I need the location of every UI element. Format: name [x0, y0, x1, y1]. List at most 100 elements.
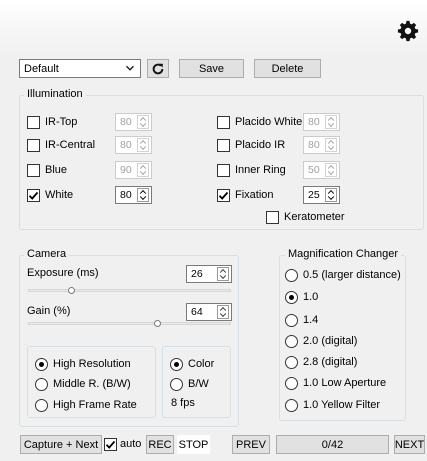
keratometer-label: Keratometer	[284, 211, 345, 223]
exposure-label: Exposure (ms)	[27, 267, 99, 279]
fixation-intensity-spinbox[interactable]: 25	[303, 186, 340, 204]
ir-central-intensity-value: 80	[120, 139, 132, 151]
save-button[interactable]: Save	[179, 59, 244, 78]
fixation-checkbox[interactable]: Fixation	[217, 187, 274, 203]
spin-arrows-icon[interactable]	[217, 305, 229, 319]
gain-slider-thumb[interactable]	[154, 320, 161, 327]
resolution-radio-label: High Frame Rate	[53, 399, 137, 411]
magnification-radio-2-0-digital[interactable]: 2.0 (digital)	[285, 333, 357, 349]
blue-intensity-spinbox[interactable]: 90	[115, 161, 152, 179]
preset-select-value: Default	[24, 62, 59, 75]
exposure-value: 26	[191, 268, 203, 280]
placido-white-label: Placido White	[235, 116, 303, 128]
keratometer-checkbox-box[interactable]	[266, 210, 279, 224]
fixation-intensity-value: 25	[308, 189, 320, 201]
gain-slider-track[interactable]	[28, 322, 231, 325]
white-checkbox-box[interactable]	[27, 188, 40, 202]
window: Default Save Delete Illumination IR-Top 8…	[0, 0, 427, 461]
ir-central-intensity-spinbox[interactable]: 80	[115, 136, 152, 154]
rec-button[interactable]: REC	[146, 435, 174, 454]
blue-checkbox[interactable]: Blue	[27, 162, 67, 178]
ir-central-checkbox[interactable]: IR-Central	[27, 137, 95, 153]
gain-label: Gain (%)	[27, 305, 71, 317]
preset-select[interactable]: Default	[19, 59, 141, 78]
refresh-button[interactable]	[147, 59, 169, 78]
magnification-radio-1-0[interactable]: 1.0	[285, 289, 318, 305]
radio-circle-icon[interactable]	[35, 357, 48, 371]
radio-circle-icon[interactable]	[285, 376, 298, 390]
inner-ring-label: Inner Ring	[235, 164, 286, 176]
spin-arrows-icon[interactable]	[325, 163, 337, 177]
ir-central-checkbox-box[interactable]	[27, 138, 40, 152]
white-intensity-value: 80	[120, 189, 132, 201]
white-intensity-spinbox[interactable]: 80	[115, 186, 152, 204]
radio-circle-icon[interactable]	[285, 355, 298, 369]
spin-arrows-icon[interactable]	[137, 115, 149, 129]
radio-circle-icon[interactable]	[170, 377, 183, 391]
color-mode-radio-color[interactable]: Color	[170, 356, 214, 372]
blue-checkbox-box[interactable]	[27, 163, 40, 177]
checkmark-icon	[28, 191, 39, 200]
resolution-radio-high-resolution[interactable]: High Resolution	[35, 356, 131, 372]
radio-circle-icon[interactable]	[285, 268, 298, 282]
frame-counter: 0/42	[276, 435, 389, 454]
camera-title: Camera	[24, 248, 70, 260]
gain-spinbox[interactable]: 64	[186, 303, 232, 321]
radio-circle-icon[interactable]	[170, 357, 183, 371]
magnification-radio-2-8-digital[interactable]: 2.8 (digital)	[285, 354, 357, 370]
ir-top-intensity-spinbox[interactable]: 80	[115, 113, 152, 131]
inner-ring-checkbox[interactable]: Inner Ring	[217, 162, 286, 178]
spin-arrows-icon[interactable]	[137, 188, 149, 202]
placido-white-checkbox-box[interactable]	[217, 115, 230, 129]
white-checkbox[interactable]: White	[27, 187, 73, 203]
auto-checkbox[interactable]: auto	[104, 436, 141, 452]
magnification-radio-1-0-low-aperture[interactable]: 1.0 Low Aperture	[285, 375, 386, 391]
magnification-radio-0-5-larger-distance[interactable]: 0.5 (larger distance)	[285, 267, 401, 283]
prev-button[interactable]: PREV	[232, 435, 270, 454]
ir-top-checkbox[interactable]: IR-Top	[27, 114, 77, 130]
fixation-checkbox-box[interactable]	[217, 188, 230, 202]
magnification-radio-label: 1.0 Yellow Filter	[303, 399, 381, 411]
radio-circle-icon[interactable]	[285, 398, 298, 412]
auto-checkbox-box[interactable]	[104, 437, 117, 451]
ir-top-checkbox-box[interactable]	[27, 115, 40, 129]
color-mode-radio-label: B/W	[188, 378, 209, 390]
gain-value: 64	[191, 306, 203, 318]
magnification-radio-1-0-yellow-filter[interactable]: 1.0 Yellow Filter	[285, 397, 380, 413]
keratometer-checkbox[interactable]: Keratometer	[266, 209, 345, 225]
radio-circle-icon[interactable]	[35, 398, 48, 412]
placido-ir-intensity-spinbox[interactable]: 80	[303, 136, 340, 154]
radio-circle-icon[interactable]	[35, 377, 48, 391]
gear-icon[interactable]	[397, 20, 419, 42]
checkmark-icon	[218, 191, 229, 200]
placido-white-intensity-spinbox[interactable]: 80	[303, 113, 340, 131]
radio-circle-icon[interactable]	[285, 334, 298, 348]
spin-arrows-icon[interactable]	[137, 138, 149, 152]
spin-arrows-icon[interactable]	[137, 163, 149, 177]
inner-ring-intensity-spinbox[interactable]: 50	[303, 161, 340, 179]
magnification-radio-1-4[interactable]: 1.4	[285, 312, 318, 328]
spin-arrows-icon[interactable]	[217, 267, 229, 281]
color-mode-radio-b-w[interactable]: B/W	[170, 376, 209, 392]
radio-selected-dot	[289, 294, 294, 300]
blue-intensity-value: 90	[120, 164, 132, 176]
next-button[interactable]: NEXT	[394, 435, 425, 454]
placido-ir-checkbox[interactable]: Placido IR	[217, 137, 285, 153]
radio-circle-icon[interactable]	[285, 313, 298, 327]
capture-next-button[interactable]: Capture + Next	[20, 435, 102, 454]
color-mode-radio-label: Color	[188, 358, 215, 370]
spin-arrows-icon[interactable]	[325, 138, 337, 152]
exposure-slider-track[interactable]	[28, 289, 231, 292]
spin-arrows-icon[interactable]	[325, 188, 337, 202]
stop-button[interactable]: STOP	[177, 435, 210, 454]
exposure-slider-thumb[interactable]	[68, 287, 75, 294]
delete-button[interactable]: Delete	[254, 59, 321, 78]
exposure-spinbox[interactable]: 26	[186, 265, 232, 283]
resolution-radio-middle-r-b-w[interactable]: Middle R. (B/W)	[35, 376, 131, 392]
placido-ir-checkbox-box[interactable]	[217, 138, 230, 152]
inner-ring-checkbox-box[interactable]	[217, 163, 230, 177]
resolution-radio-high-frame-rate[interactable]: High Frame Rate	[35, 397, 137, 413]
radio-circle-icon[interactable]	[285, 290, 298, 304]
placido-white-checkbox[interactable]: Placido White	[217, 114, 302, 130]
spin-arrows-icon[interactable]	[325, 115, 337, 129]
